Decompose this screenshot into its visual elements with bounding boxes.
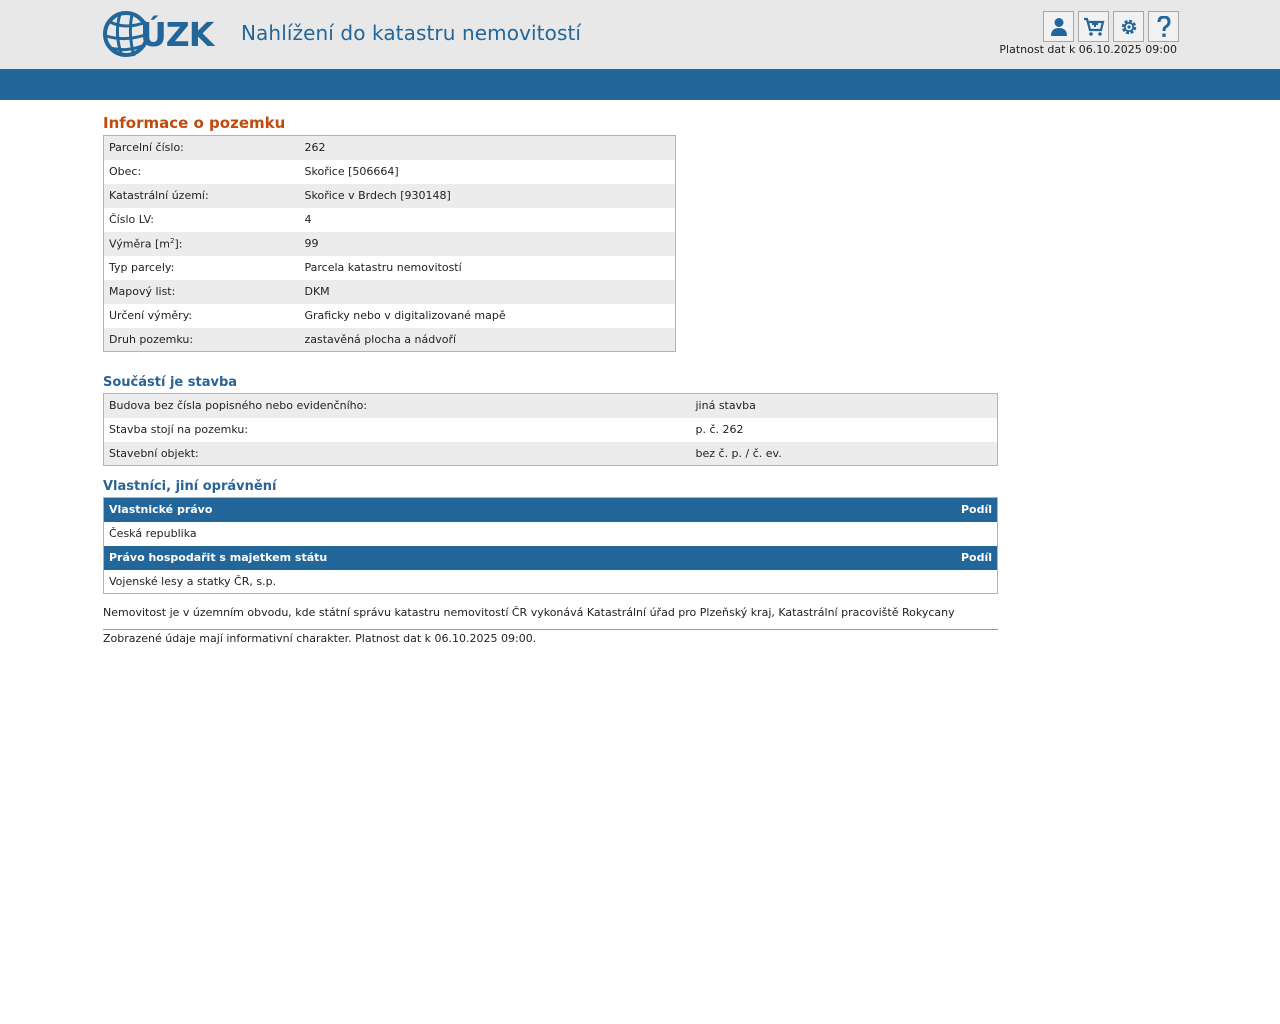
settings-button[interactable] [1113,11,1144,42]
label-text-end: ]: [174,237,183,251]
table-row: Stavební objekt: bez č. p. / č. ev. [103,441,998,466]
table-row: Určení výměry: Graficky nebo v digitaliz… [103,303,676,328]
row-value: 262 [299,135,676,160]
row-value[interactable]: Skořice v Brdech [930148] [299,183,676,208]
row-label: Obec: [103,159,300,184]
row-label: Stavební objekt: [103,441,691,466]
row-value[interactable]: 4 [299,207,676,232]
row-value: jiná stavba [690,393,998,418]
app-title[interactable]: Nahlížení do katastru nemovitostí [241,21,581,45]
owner-share [917,569,998,594]
table-row: Typ parcely: Parcela katastru nemovitost… [103,255,676,280]
row-value[interactable]: Skořice [506664] [299,159,676,184]
table-row: Stavba stojí na pozemku: p. č. 262 [103,417,998,442]
row-label: Katastrální území: [103,183,300,208]
jurisdiction-note: Nemovitost je v územním obvodu, kde stát… [103,606,955,619]
row-value[interactable]: p. č. 262 [690,417,998,442]
parcel-info-title: Informace o pozemku [103,114,286,132]
owner-name: Vojenské lesy a statky ČR, s.p. [103,569,918,594]
help-button[interactable] [1148,11,1179,42]
row-label: Parcelní číslo: [103,135,300,160]
table-row: Katastrální území: Skořice v Brdech [930… [103,183,676,208]
owners-group-header: Vlastnické právo Podíl [103,497,998,522]
main-content: Informace o pozemku Parcelní číslo: 262 … [103,113,998,645]
footer-disclaimer: Zobrazené údaje mají informativní charak… [103,629,998,645]
row-label-area: Výměra [m2]: [103,231,300,256]
row-value: Parcela katastru nemovitostí [299,255,676,280]
cuzk-logo[interactable]: ÚZK [102,10,238,58]
data-validity: Platnost dat k 06.10.2025 09:00 [999,43,1177,56]
owners-group-header: Právo hospodařit s majetkem státu Podíl [103,545,998,570]
header: ÚZK Nahlížení do katastru nemovitostí Pl… [0,0,1280,69]
gear-icon [1121,19,1136,34]
share-header: Podíl [917,545,998,570]
cart-icon [1083,17,1104,36]
table-row: Výměra [m2]: 99 [103,231,676,256]
table-row: Mapový list: DKM [103,279,676,304]
row-label: Stavba stojí na pozemku: [103,417,691,442]
toolbar [1043,11,1179,42]
owners-section-title: Vlastníci, jiní oprávnění [103,479,277,494]
owners-table: Vlastnické právo Podíl Česká republika P… [103,497,998,594]
parcel-info-table: Parcelní číslo: 262 Obec: Skořice [50666… [103,135,676,352]
row-label: Druh pozemku: [103,327,300,352]
owner-row: Česká republika [103,521,998,546]
row-label: Budova bez čísla popisného nebo evidenčn… [103,393,691,418]
logo-text: ÚZK [140,14,214,54]
help-icon [1157,15,1171,37]
row-value: zastavěná plocha a nádvoří [299,327,676,352]
row-value: DKM [299,279,676,304]
row-value: bez č. p. / č. ev. [690,441,998,466]
table-row: Číslo LV: 4 [103,207,676,232]
building-table: Budova bez čísla popisného nebo evidenčn… [103,393,998,466]
owner-row: Vojenské lesy a statky ČR, s.p. [103,569,998,594]
row-label: Typ parcely: [103,255,300,280]
table-row: Parcelní číslo: 262 [103,135,676,160]
share-header: Podíl [917,497,998,522]
row-value: 99 [299,231,676,256]
user-button[interactable] [1043,11,1074,42]
right-type: Vlastnické právo [103,497,918,522]
building-section-title: Součástí je stavba [103,375,238,390]
row-label: Mapový list: [103,279,300,304]
row-label: Číslo LV: [103,207,300,232]
row-label: Určení výměry: [103,303,300,328]
table-row: Obec: Skořice [506664] [103,159,676,184]
label-text: Výměra [m [109,237,170,251]
owner-share [917,521,998,546]
nav-bar [0,69,1280,100]
owner-name: Česká republika [103,521,918,546]
right-type: Právo hospodařit s majetkem státu [103,545,918,570]
table-row: Budova bez čísla popisného nebo evidenčn… [103,393,998,418]
table-row: Druh pozemku: zastavěná plocha a nádvoří [103,327,676,352]
user-icon [1050,17,1067,36]
cart-button[interactable] [1078,11,1109,42]
row-value: Graficky nebo v digitalizované mapě [299,303,676,328]
